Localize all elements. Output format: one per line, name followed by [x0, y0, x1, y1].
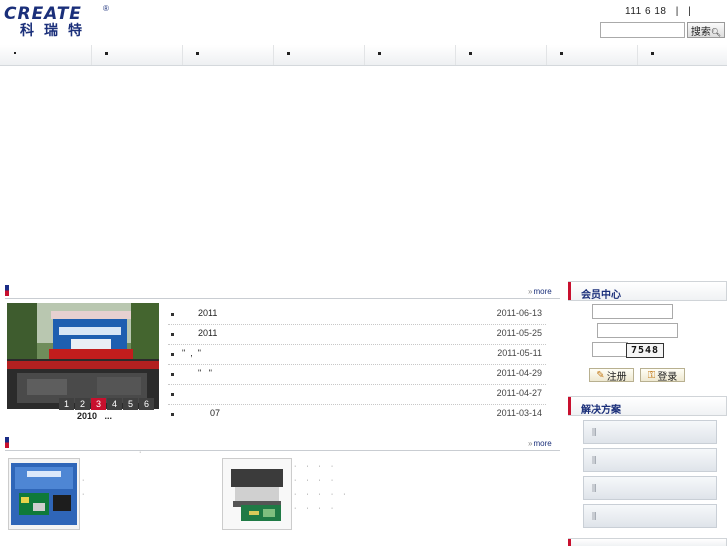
register-label: 注册	[606, 371, 627, 383]
products-section-marker	[5, 437, 9, 448]
event-photo-image	[7, 303, 159, 409]
news-list-item[interactable]: " , " 2011-05-11	[168, 344, 546, 365]
nav-bullet	[105, 52, 108, 55]
news-list-item[interactable]: 2011 2011-06-13	[168, 304, 546, 325]
nav-item-8[interactable]	[637, 45, 727, 65]
double-chevron-icon: »	[528, 439, 533, 448]
bullet-icon	[171, 393, 174, 396]
nav-bullet	[196, 52, 199, 55]
news-title[interactable]: 07	[210, 408, 220, 418]
product-image-1[interactable]	[8, 458, 80, 530]
nav-bullet	[560, 52, 563, 55]
news-photo[interactable]	[7, 303, 159, 409]
solutions-header: 解决方案	[568, 396, 727, 416]
nav-bullet	[651, 52, 654, 55]
top-links: 111 6 18 | |	[625, 6, 697, 17]
header-accent-bar	[568, 397, 571, 415]
news-date: 2011-05-25	[496, 328, 542, 338]
news-date: 2011-04-27	[496, 388, 542, 398]
nav-item-2[interactable]	[91, 45, 183, 65]
product-image-2[interactable]	[222, 458, 292, 530]
news-date: 2011-05-11	[497, 348, 542, 358]
nav-bullet	[378, 52, 381, 55]
tab-handle-icon	[592, 512, 596, 520]
edit-icon: ✎	[596, 369, 605, 381]
search-icon: 🔍︎	[710, 28, 722, 37]
product-specs-1: · · ·	[82, 449, 146, 498]
logo-chinese-name: 科瑞特	[20, 23, 92, 39]
bullet-icon	[171, 333, 174, 336]
nav-item-7[interactable]	[546, 45, 638, 65]
solution-item-1[interactable]	[583, 420, 717, 444]
nav-item-4[interactable]	[273, 45, 365, 65]
member-center-title: 会员中心	[581, 290, 621, 301]
product-specs-2: · · · · · · · · · · · · · · · · ·	[294, 463, 350, 512]
news-section-marker	[5, 285, 9, 296]
double-chevron-icon: »	[528, 287, 533, 296]
solution-item-2[interactable]	[583, 448, 717, 472]
news-section-divider	[5, 298, 560, 299]
search-input[interactable]	[600, 22, 685, 38]
key-icon: ⚿	[647, 369, 656, 381]
solution-item-4[interactable]	[583, 504, 717, 528]
bullet-icon	[171, 353, 174, 356]
news-date: 2011-04-29	[496, 368, 542, 378]
tab-handle-icon	[592, 428, 596, 436]
news-date: 2011-03-14	[496, 408, 542, 418]
search-button-label: 搜索	[690, 27, 711, 38]
pager-button-5[interactable]: 5	[123, 398, 138, 410]
news-date: 2011-06-13	[496, 308, 542, 318]
pager-button-6[interactable]: 6	[139, 398, 154, 410]
news-list-item[interactable]: 07 2011-03-14	[168, 404, 546, 424]
photo-caption[interactable]: 2010 ...	[77, 411, 112, 421]
products-section-divider	[5, 450, 560, 451]
nav-bullet	[469, 52, 472, 55]
solution-item-3[interactable]	[583, 476, 717, 500]
top-link-separator: |	[688, 6, 692, 17]
nav-item-3[interactable]	[182, 45, 274, 65]
login-button[interactable]: ⚿ 登录	[640, 368, 685, 383]
bullet-icon	[171, 373, 174, 376]
registered-mark: ®	[103, 4, 109, 13]
pager-button-4[interactable]: 4	[107, 398, 122, 410]
news-title[interactable]: " "	[198, 368, 212, 378]
dev-board-case-image	[11, 463, 77, 525]
pager-button-2[interactable]: 2	[75, 398, 90, 410]
news-title[interactable]: " , "	[182, 348, 201, 358]
member-center-header: 会员中心	[568, 281, 727, 301]
main-nav	[0, 45, 727, 66]
tab-handle-icon	[592, 484, 596, 492]
tab-handle-icon	[592, 456, 596, 464]
news-list-item[interactable]: 2011 2011-05-25	[168, 324, 546, 345]
nav-item-6[interactable]	[455, 45, 547, 65]
news-title[interactable]: 2011	[198, 328, 217, 338]
news-list-item[interactable]: " " 2011-04-29	[168, 364, 546, 385]
top-link-1[interactable]: 111 6 18	[625, 6, 666, 17]
bullet-icon	[171, 413, 174, 416]
pager-button-1[interactable]: 1	[59, 398, 74, 410]
nav-item-5[interactable]	[364, 45, 456, 65]
captcha-field[interactable]	[592, 342, 628, 357]
photo-pager: 1 2 3 4 5 6	[58, 398, 154, 410]
cnc-engraver-image	[223, 459, 291, 529]
captcha-image[interactable]: 7548	[626, 343, 664, 358]
news-more-link[interactable]: »more	[528, 287, 552, 296]
register-button[interactable]: ✎ 注册	[589, 368, 634, 383]
products-more-link[interactable]: »more	[528, 439, 552, 448]
news-list-item[interactable]: 2011-04-27	[168, 384, 546, 405]
solutions-title: 解决方案	[581, 405, 621, 416]
search-button[interactable]: 搜索🔍︎	[687, 22, 725, 38]
nav-item-1[interactable]	[0, 45, 92, 65]
bullet-icon	[171, 313, 174, 316]
login-label: 登录	[657, 371, 678, 383]
nav-bullet	[287, 52, 290, 55]
pager-button-3-active[interactable]: 3	[91, 398, 106, 410]
top-link-separator: |	[675, 6, 679, 17]
news-title[interactable]: 2011	[198, 308, 217, 318]
nav-bullet	[14, 52, 16, 54]
username-field[interactable]	[592, 304, 673, 319]
header-accent-bar	[568, 282, 571, 300]
password-field[interactable]	[597, 323, 678, 338]
